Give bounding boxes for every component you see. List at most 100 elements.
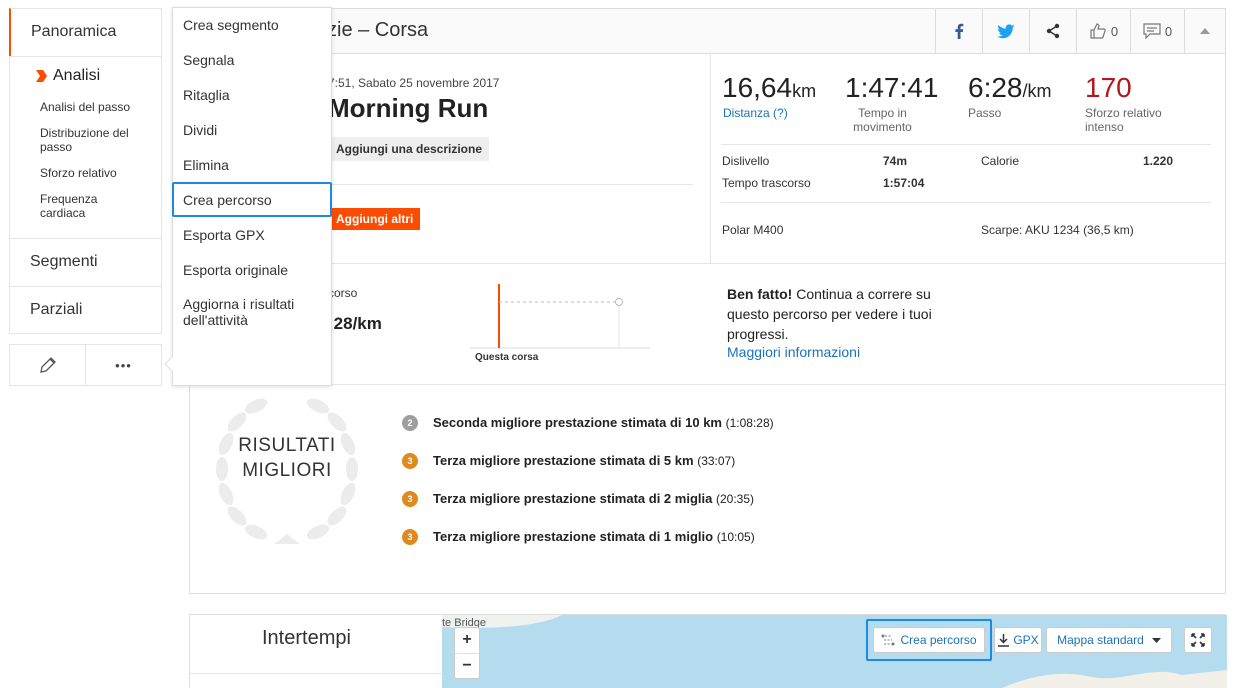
pace-value: 6:28 — [968, 72, 1023, 103]
analisi-section: Analisi Analisi del passo Distribuzione … — [9, 56, 162, 238]
add-description-button[interactable]: Aggiungi una descrizione — [329, 137, 490, 161]
activity-name: Morning Run — [328, 93, 489, 123]
comments-count: 0 — [1164, 23, 1173, 39]
more-info-link[interactable]: Maggiori informazioni — [727, 344, 860, 360]
menu-item-elimina[interactable]: Elimina — [183, 157, 229, 173]
distance-value: 16,64 — [722, 72, 793, 103]
pace-unit: /km — [1022, 81, 1052, 101]
gpx-download-button[interactable]: GPX — [994, 627, 1042, 653]
share-icon — [1046, 23, 1060, 39]
activity-datetime: 7:51, Sabato 25 novembre 2017 — [328, 76, 500, 90]
best-effort-item: Terza migliore prestazione stimata di 5 … — [433, 453, 735, 468]
download-icon — [998, 634, 1010, 647]
menu-item-segnala[interactable]: Segnala — [183, 52, 234, 68]
pace-compare-value: :28/km — [328, 314, 382, 333]
menu-item-ritaglia[interactable]: Ritaglia — [183, 87, 230, 103]
zoom-control: + − — [454, 627, 480, 679]
activity-sidebar: Panoramica Analisi Analisi del passo Dis… — [9, 8, 162, 386]
tab-segmenti-label: Segmenti — [30, 253, 98, 270]
fullscreen-button[interactable] — [1184, 627, 1212, 653]
activity-panel: zie – Corsa 0 0 7:51, Sabato 25 novembre… — [189, 8, 1226, 594]
menu-item-esporta-originale[interactable]: Esporta originale — [183, 262, 288, 278]
menu-item-aggiorna-risultati[interactable]: Aggiorna i risultati dell'attività — [183, 296, 313, 328]
sidebar-actions: ••• — [9, 344, 162, 386]
bronze-medal-icon: 3 — [402, 453, 418, 469]
twitter-share-button[interactable] — [982, 9, 1029, 53]
elevation-value: 74m — [883, 154, 908, 168]
tab-analisi[interactable]: Analisi — [34, 67, 100, 85]
activity-header-title: zie – Corsa — [327, 19, 429, 41]
crea-percorso-label: Crea percorso — [900, 633, 977, 647]
moving-time-value: 1:47:41 — [845, 72, 939, 103]
pace-compare-label: corso — [328, 286, 358, 300]
collapse-button[interactable] — [1184, 9, 1225, 53]
map-style-select[interactable]: Mappa standard — [1046, 627, 1172, 653]
tab-parziali[interactable]: Parziali — [9, 286, 162, 334]
sidebar-item-sforzo-relativo[interactable]: Sforzo relativo — [10, 166, 117, 180]
best-effort-title: Seconda migliore prestazione stimata di … — [433, 415, 722, 430]
bronze-medal-icon: 3 — [402, 491, 418, 507]
menu-item-esporta-gpx[interactable]: Esporta GPX — [183, 227, 265, 243]
tab-panoramica-label: Panoramica — [31, 23, 117, 40]
best-effort-title: Terza migliore prestazione stimata di 1 … — [433, 529, 714, 544]
best-effort-time: (10:05) — [716, 530, 755, 544]
stats-divider — [710, 54, 711, 263]
best-effort-title: Terza migliore prestazione stimata di 5 … — [433, 453, 694, 468]
chevron-up-icon — [1200, 28, 1210, 34]
comment-icon — [1143, 23, 1161, 39]
sidebar-item-distribuzione-passo[interactable]: Distribuzione del passo — [10, 126, 135, 154]
best-effort-title: Terza migliore prestazione stimata di 2 … — [433, 491, 713, 506]
menu-item-dividi[interactable]: Dividi — [183, 122, 217, 138]
stats-rule-2 — [721, 202, 1211, 203]
calories-value: 1.220 — [1143, 154, 1174, 168]
add-others-button[interactable]: Aggiungi altri — [329, 208, 421, 230]
comments-button[interactable]: 0 — [1130, 9, 1184, 53]
section-divider — [190, 263, 1225, 264]
best-effort-item: Terza migliore prestazione stimata di 2 … — [433, 491, 754, 506]
this-run-label: Questa corsa — [475, 352, 539, 363]
menu-item-crea-segmento[interactable]: Crea segmento — [183, 17, 279, 33]
menu-item-crea-percorso[interactable]: Crea percorso — [183, 192, 272, 208]
facebook-share-button[interactable] — [935, 9, 982, 53]
route-map[interactable]: te Bridge + − Crea percorso GPX Mappa st… — [442, 615, 1227, 688]
sidebar-item-analisi-passo[interactable]: Analisi del passo — [10, 100, 130, 114]
kudos-button[interactable]: 0 — [1076, 9, 1130, 53]
chevron-right-icon — [36, 70, 47, 82]
elevation-label: Dislivello — [722, 154, 770, 168]
tab-parziali-label: Parziali — [30, 301, 83, 318]
route-icon — [881, 634, 895, 646]
activity-header: zie – Corsa 0 0 — [190, 9, 1225, 54]
tab-segmenti[interactable]: Segmenti — [9, 238, 162, 286]
splits-map-section: Intertempi te Bridge + − Crea percorso G… — [189, 614, 1227, 688]
share-button[interactable] — [1029, 9, 1076, 53]
tab-panoramica[interactable]: Panoramica — [9, 8, 162, 56]
zoom-out-button[interactable]: − — [455, 654, 479, 679]
distance-unit: km — [792, 81, 817, 101]
intertempi-title: Intertempi — [262, 627, 351, 649]
pace-compare-target-point — [615, 298, 623, 306]
silver-medal-icon: 2 — [402, 415, 418, 431]
gpx-label: GPX — [1013, 633, 1039, 647]
distance-stat: 16,64km — [722, 72, 816, 104]
best-efforts-badge: RISULTATI MIGLIORI — [238, 435, 336, 481]
distance-label[interactable]: Distanza (?) — [723, 106, 788, 120]
sidebar-item-frequenza-cardiaca[interactable]: Frequenza cardiaca — [10, 192, 110, 220]
best-effort-time: (20:35) — [715, 492, 754, 506]
elapsed-value: 1:57:04 — [883, 176, 925, 190]
edit-button[interactable] — [10, 345, 86, 385]
thumbs-up-icon — [1090, 23, 1106, 39]
best-effort-time: (1:08:28) — [725, 416, 774, 430]
device-name: Polar M400 — [722, 223, 784, 237]
tab-analisi-label: Analisi — [53, 67, 101, 84]
well-done-bold: Ben fatto! — [727, 286, 793, 302]
crea-percorso-button[interactable]: Crea percorso — [873, 627, 985, 653]
more-actions-button[interactable]: ••• — [86, 345, 161, 385]
splits-rule — [190, 673, 442, 674]
expand-icon — [1191, 633, 1205, 647]
pencil-icon — [39, 357, 56, 373]
twitter-icon — [997, 23, 1015, 38]
section-divider-2 — [190, 384, 1225, 385]
zoom-in-button[interactable]: + — [455, 628, 479, 654]
actions-menu: Crea segmento Segnala Ritaglia Dividi El… — [172, 7, 332, 386]
elapsed-label: Tempo trascorso — [722, 176, 811, 190]
